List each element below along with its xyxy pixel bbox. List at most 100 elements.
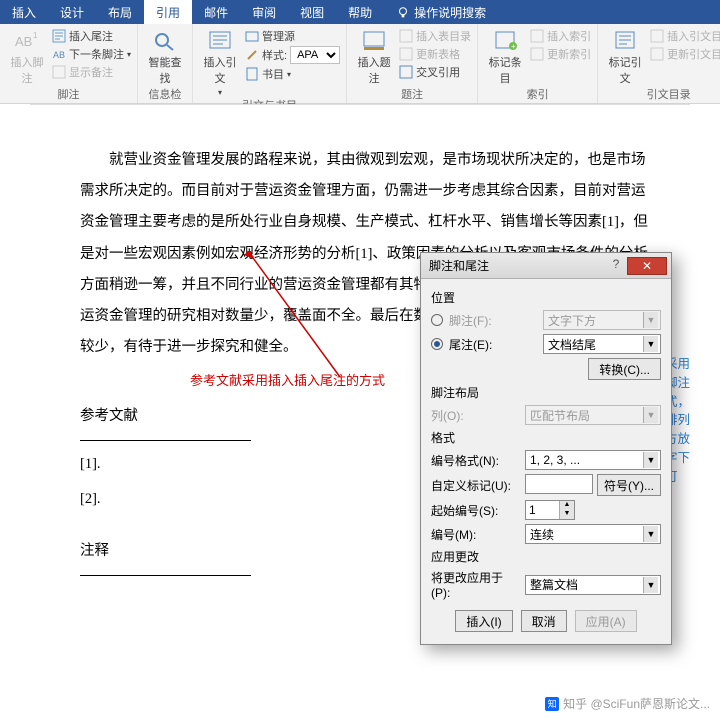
style-select[interactable]: APA	[290, 46, 340, 64]
section-layout: 脚注布局	[431, 384, 661, 401]
symbol-button[interactable]: 符号(Y)...	[597, 474, 661, 496]
index-icon: +	[491, 30, 519, 52]
insert-caption-button[interactable]: 插入题注	[353, 26, 395, 86]
next-footnote[interactable]: AB下一条脚注▾	[52, 46, 131, 62]
tab-help[interactable]: 帮助	[336, 0, 384, 24]
tab-insert[interactable]: 插入	[0, 0, 48, 24]
group-index-label: 索引	[484, 86, 591, 104]
updidx-icon	[530, 47, 544, 61]
mark-entry-button[interactable]: + 标记条目	[484, 26, 526, 86]
endnote-label: 尾注(E):	[449, 336, 537, 353]
dialog-help-button[interactable]: ?	[605, 257, 627, 275]
zhihu-icon: 知	[545, 697, 559, 711]
tab-references[interactable]: 引用	[144, 0, 192, 24]
chevron-down-icon[interactable]: ▼	[643, 452, 658, 468]
tab-strip: 插入 设计 布局 引用 邮件 审阅 视图 帮助 操作说明搜索	[0, 0, 720, 24]
numbering-label: 编号(M):	[431, 526, 519, 543]
svg-text:+: +	[511, 42, 516, 51]
radio-footnote[interactable]	[431, 314, 443, 326]
start-label: 起始编号(S):	[431, 502, 519, 519]
cancel-button[interactable]: 取消	[521, 610, 567, 632]
insert-toa[interactable]: 插入引文目录	[650, 28, 720, 44]
endnote-position-combo[interactable]: 文档结尾▼	[543, 334, 661, 354]
spin-up-icon[interactable]: ▲	[560, 501, 574, 510]
tab-mailings[interactable]: 邮件	[192, 0, 240, 24]
insert-footnote-button[interactable]: AB1 插入脚注	[6, 26, 48, 86]
manage-icon	[245, 29, 259, 43]
style-icon	[245, 48, 259, 62]
chevron-down-icon[interactable]: ▼	[643, 336, 658, 352]
columns-label: 列(O):	[431, 407, 519, 424]
section-position: 位置	[431, 289, 661, 306]
chevron-down-icon[interactable]: ▼	[643, 577, 658, 593]
watermark: 知 知乎 @SciFun萨恩斯论文...	[545, 695, 710, 712]
group-toa-label: 引文目录	[604, 86, 720, 104]
footnote-icon: AB1	[13, 30, 41, 52]
section-apply: 应用更改	[431, 548, 661, 565]
manage-sources[interactable]: 管理源	[245, 28, 340, 44]
footnote-position-combo: 文字下方▼	[543, 310, 661, 330]
chevron-down-icon: ▼	[643, 407, 658, 423]
cross-reference[interactable]: 交叉引用	[399, 64, 471, 80]
insidx-icon	[530, 29, 544, 43]
updtoa-icon	[650, 47, 664, 61]
footnote-dialog: 脚注和尾注 ? ✕ 位置 脚注(F): 文字下方▼ 尾注(E): 文档结尾▼ 转…	[420, 252, 672, 645]
citation-style[interactable]: 样式:APA	[245, 46, 340, 64]
chevron-down-icon: ▼	[643, 312, 658, 328]
toa-icon	[650, 29, 664, 43]
mark-citation-button[interactable]: 标记引文	[604, 26, 646, 86]
bulb-icon	[396, 6, 410, 20]
chevron-down-icon[interactable]: ▼	[643, 526, 658, 542]
apply-button[interactable]: 应用(A)	[575, 610, 637, 632]
spin-down-icon[interactable]: ▼	[560, 510, 574, 519]
tab-view[interactable]: 视图	[288, 0, 336, 24]
update-table[interactable]: 更新表格	[399, 46, 471, 62]
insert-citation-button[interactable]: 插入引文 ▾	[199, 26, 241, 97]
footnote-label: 脚注(F):	[449, 312, 537, 329]
custom-label: 自定义标记(U):	[431, 477, 519, 494]
smart-lookup-button[interactable]: 智能查找	[144, 26, 186, 86]
insert-endnote[interactable]: 插入尾注	[52, 28, 131, 44]
svg-text:1: 1	[33, 31, 38, 40]
numfmt-combo[interactable]: 1, 2, 3, ...▼	[525, 450, 661, 470]
section-format: 格式	[431, 429, 661, 446]
convert-button[interactable]: 转换(C)...	[588, 358, 661, 380]
tab-review[interactable]: 审阅	[240, 0, 288, 24]
insert-tof[interactable]: 插入表目录	[399, 28, 471, 44]
update-toa[interactable]: 更新引文目录	[650, 46, 720, 62]
markcite-icon	[611, 30, 639, 52]
citation-icon	[206, 30, 234, 52]
svg-text:AB: AB	[53, 50, 65, 60]
dialog-close-button[interactable]: ✕	[627, 257, 667, 275]
separator	[80, 440, 251, 441]
tab-design[interactable]: 设计	[48, 0, 96, 24]
next-icon: AB	[52, 47, 66, 61]
group-caption-label: 题注	[353, 86, 471, 104]
start-number-spinner[interactable]: 1▲▼	[525, 500, 575, 520]
svg-text:AB: AB	[15, 34, 32, 49]
apply-combo[interactable]: 整篇文档▼	[525, 575, 661, 595]
update-icon	[399, 47, 413, 61]
insert-index[interactable]: 插入索引	[530, 28, 591, 44]
tof-icon	[399, 29, 413, 43]
numbering-combo[interactable]: 连续▼	[525, 524, 661, 544]
caption-icon	[360, 30, 388, 52]
show-icon	[52, 65, 66, 79]
dialog-titlebar[interactable]: 脚注和尾注 ? ✕	[421, 253, 671, 279]
tell-me-label: 操作说明搜索	[414, 4, 486, 21]
columns-combo: 匹配节布局▼	[525, 405, 661, 425]
insert-button[interactable]: 插入(I)	[455, 610, 512, 632]
crossref-icon	[399, 65, 413, 79]
radio-endnote[interactable]	[431, 338, 443, 350]
endnote-icon	[52, 29, 66, 43]
search-icon	[151, 30, 179, 52]
update-index[interactable]: 更新索引	[530, 46, 591, 62]
custom-mark-input[interactable]	[525, 474, 593, 494]
show-notes[interactable]: 显示备注	[52, 64, 131, 80]
biblio-icon	[245, 67, 259, 81]
separator	[80, 575, 251, 576]
dialog-title: 脚注和尾注	[429, 257, 605, 274]
tell-me[interactable]: 操作说明搜索	[384, 0, 498, 24]
tab-layout[interactable]: 布局	[96, 0, 144, 24]
bibliography[interactable]: 书目▾	[245, 66, 340, 82]
